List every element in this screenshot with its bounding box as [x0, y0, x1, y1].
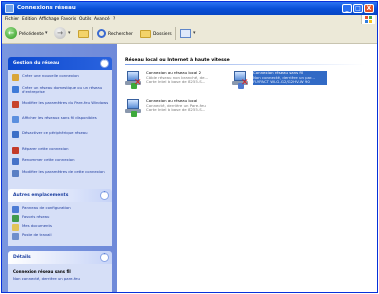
forward-dropdown-icon[interactable]: ▾ — [68, 30, 71, 36]
toolbar-separator — [92, 27, 93, 40]
properties-icon — [12, 170, 19, 177]
task-disable-device[interactable]: Désactiver ce périphérique réseau — [12, 130, 110, 144]
folder-up-icon[interactable] — [78, 30, 89, 38]
task-label: Créer une nouvelle connexion — [22, 73, 79, 78]
minimize-button[interactable]: _ — [342, 4, 352, 13]
menu-favorites[interactable]: Favoris — [61, 17, 76, 22]
collapse-chevron-icon[interactable]: ˆ — [100, 253, 109, 262]
window: Connexions réseau _ □ X Fichier Edition … — [1, 1, 378, 293]
collapse-chevron-icon[interactable]: ˆ — [100, 59, 109, 68]
search-icon[interactable] — [97, 29, 106, 38]
connection-text: Connexion au réseau local 2 Câble réseau… — [146, 70, 220, 85]
menu-edit[interactable]: Edition — [22, 17, 37, 22]
task-repair-connection[interactable]: Réparer cette connexion — [12, 146, 110, 156]
search-button-label[interactable]: Rechercher — [108, 32, 133, 37]
network-tasks-header[interactable]: Gestion du réseau ˆ — [8, 57, 112, 70]
place-label: Poste de travail — [22, 232, 52, 237]
task-label: Désactiver ce périphérique réseau — [22, 130, 88, 135]
details-title: Détails — [13, 255, 31, 260]
menu-advanced[interactable]: Avancé — [94, 17, 110, 22]
task-label: Renommer cette connexion — [22, 157, 75, 162]
task-create-connection[interactable]: Créer une nouvelle connexion — [12, 73, 110, 83]
task-home-network[interactable]: Créer un réseau domestique ou un réseau … — [12, 85, 110, 99]
my-computer-icon — [12, 233, 19, 240]
details-name: Connexion réseau sans fil — [13, 269, 71, 274]
back-dropdown-icon[interactable]: ▾ — [45, 30, 48, 36]
connection-text: Connexion au réseau local Connecté, derr… — [146, 98, 220, 113]
task-label: Réparer cette connexion — [22, 146, 69, 151]
connection-device: Carte Intel à base de 8255-S... — [146, 80, 206, 84]
network-tasks-body: Créer une nouvelle connexion Créer un ré… — [8, 70, 112, 194]
connection-device: Carte Intel à base de 8255-S... — [146, 108, 206, 112]
place-label: Mes documents — [22, 223, 52, 228]
task-rename-connection[interactable]: Renommer cette connexion — [12, 157, 110, 167]
windows-logo-icon — [361, 15, 375, 24]
details-status: Non connecté, derrière un pare-feu — [13, 276, 80, 281]
connection-item-lan[interactable]: Connexion au réseau local Connecté, derr… — [125, 98, 221, 123]
rename-icon — [12, 158, 19, 165]
folders-icon[interactable] — [140, 30, 151, 38]
network-tasks-panel: Gestion du réseau ˆ Créer une nouvelle c… — [8, 57, 112, 194]
folders-button-label[interactable]: Dossiers — [153, 32, 172, 37]
disable-device-icon — [12, 131, 19, 138]
connection-text: Connexion réseau sans fil Non connecté, … — [253, 70, 327, 85]
place-label: Favoris réseau — [22, 214, 50, 219]
network-tasks-title: Gestion du réseau — [13, 61, 60, 66]
task-label: Modifier les paramètres du Pare-feu Wind… — [22, 100, 109, 105]
task-change-settings[interactable]: Modifier les paramètres de cette connexi… — [12, 169, 110, 183]
other-places-header[interactable]: Autres emplacements ˆ — [8, 189, 112, 202]
window-title: Connexions réseau — [17, 5, 76, 11]
control-panel-icon — [12, 206, 19, 213]
lan-disconnected-icon: ✕ — [125, 71, 142, 89]
task-pane: Gestion du réseau ˆ Créer une nouvelle c… — [2, 44, 117, 292]
other-places-panel: Autres emplacements ˆ Panneau de configu… — [8, 189, 112, 246]
menu-view[interactable]: Affichage — [39, 17, 59, 22]
new-connection-icon — [12, 74, 19, 81]
other-places-title: Autres emplacements — [13, 193, 69, 198]
menu-tools[interactable]: Outils — [79, 17, 91, 22]
back-button-label[interactable]: Précédente — [19, 32, 44, 37]
section-divider — [125, 64, 365, 65]
task-label: Afficher les réseaux sans fil disponible… — [22, 115, 97, 120]
connection-device: FLYPACT WLG-G2/G2HV-W 90 — [253, 80, 310, 84]
network-connections-icon — [5, 4, 14, 13]
toolbar-separator — [175, 27, 176, 40]
task-view-wireless[interactable]: Afficher les réseaux sans fil disponible… — [12, 115, 110, 129]
task-firewall-settings[interactable]: Modifier les paramètres du Pare-feu Wind… — [12, 100, 110, 114]
toolbar: ← Précédente ▾ → ▾ Rechercher Dossiers ▾ — [2, 24, 377, 44]
maximize-button[interactable]: □ — [353, 4, 363, 13]
views-dropdown-icon[interactable]: ▾ — [193, 30, 196, 36]
menu-help[interactable]: ? — [113, 17, 115, 22]
repair-icon — [12, 147, 19, 154]
home-network-icon — [12, 86, 19, 93]
details-body: Connexion réseau sans fil Non connecté, … — [8, 264, 112, 292]
menu-file[interactable]: Fichier — [5, 17, 19, 22]
close-button[interactable]: X — [364, 4, 374, 13]
connection-item-wireless[interactable]: ✕ Connexion réseau sans fil Non connecté… — [232, 70, 328, 95]
wireless-disconnected-icon: ✕ — [232, 71, 249, 89]
my-documents-icon — [12, 224, 19, 231]
views-icon[interactable] — [180, 29, 191, 38]
lan-connected-icon — [125, 99, 141, 117]
content-area: Réseau local ou Internet à haute vitesse… — [117, 44, 377, 292]
details-header[interactable]: Détails ˆ — [8, 251, 112, 264]
firewall-icon — [12, 101, 19, 108]
section-title: Réseau local ou Internet à haute vitesse — [125, 58, 230, 63]
forward-arrow-icon[interactable]: → — [54, 27, 66, 39]
place-label: Panneau de configuration — [22, 205, 71, 210]
place-my-computer[interactable]: Poste de travail — [12, 232, 110, 242]
wireless-icon — [12, 116, 19, 123]
task-label: Créer un réseau domestique ou un réseau … — [22, 85, 103, 95]
task-label: Modifier les paramètres de cette connexi… — [22, 169, 105, 174]
connection-item-lan-2[interactable]: ✕ Connexion au réseau local 2 Câble rése… — [125, 70, 221, 95]
network-places-icon — [12, 215, 19, 222]
back-arrow-icon[interactable]: ← — [5, 27, 17, 39]
collapse-chevron-icon[interactable]: ˆ — [100, 191, 109, 200]
other-places-body: Panneau de configuration Favoris réseau … — [8, 202, 112, 246]
details-panel: Détails ˆ Connexion réseau sans fil Non … — [8, 251, 112, 292]
title-bar[interactable]: Connexions réseau _ □ X — [2, 2, 377, 15]
